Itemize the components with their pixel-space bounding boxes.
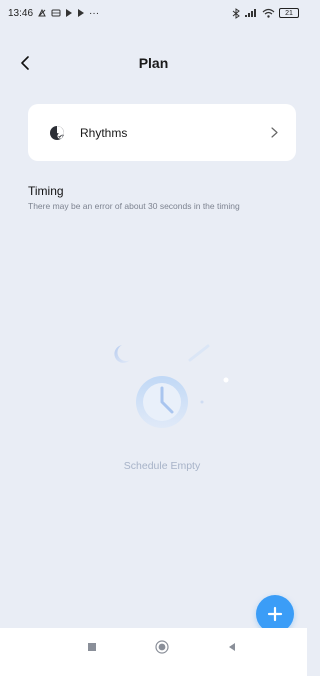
square-icon	[88, 643, 96, 651]
bluetooth-icon	[232, 7, 240, 19]
rhythms-label: Rhythms	[80, 125, 128, 140]
play-icon	[66, 9, 73, 17]
empty-illustration	[104, 336, 244, 436]
plus-icon	[267, 606, 283, 622]
message-icon	[51, 9, 61, 17]
wifi-icon	[262, 8, 275, 18]
status-time: 13:46	[8, 7, 34, 19]
timing-description: There may be an error of about 30 second…	[28, 201, 240, 211]
status-right: 21	[232, 7, 299, 19]
signal-icon	[245, 9, 256, 17]
rhythms-card[interactable]: Rhythms	[28, 104, 296, 161]
timing-title: Timing	[28, 184, 64, 198]
back-nav-button[interactable]	[225, 640, 239, 654]
more-icon: ···	[89, 7, 100, 19]
status-bar: 13:46 ··· 21	[0, 0, 307, 26]
empty-state-text: Schedule Empty	[123, 460, 201, 472]
status-left: 13:46 ···	[8, 8, 99, 19]
home-button[interactable]	[155, 640, 169, 654]
rhythm-icon	[48, 124, 66, 142]
page-title: Plan	[138, 55, 169, 71]
chevron-left-icon	[21, 56, 29, 70]
header: Plan	[0, 48, 307, 78]
circle-icon	[155, 640, 169, 654]
chevron-right-icon	[268, 127, 280, 139]
nav-bar	[0, 628, 307, 676]
battery-icon: 21	[279, 8, 299, 18]
clock-icon	[114, 344, 229, 428]
triangle-back-icon	[229, 643, 235, 651]
back-button[interactable]	[14, 52, 36, 74]
recents-button[interactable]	[85, 640, 99, 654]
notification-icon	[38, 8, 46, 17]
play-icon	[78, 9, 85, 17]
